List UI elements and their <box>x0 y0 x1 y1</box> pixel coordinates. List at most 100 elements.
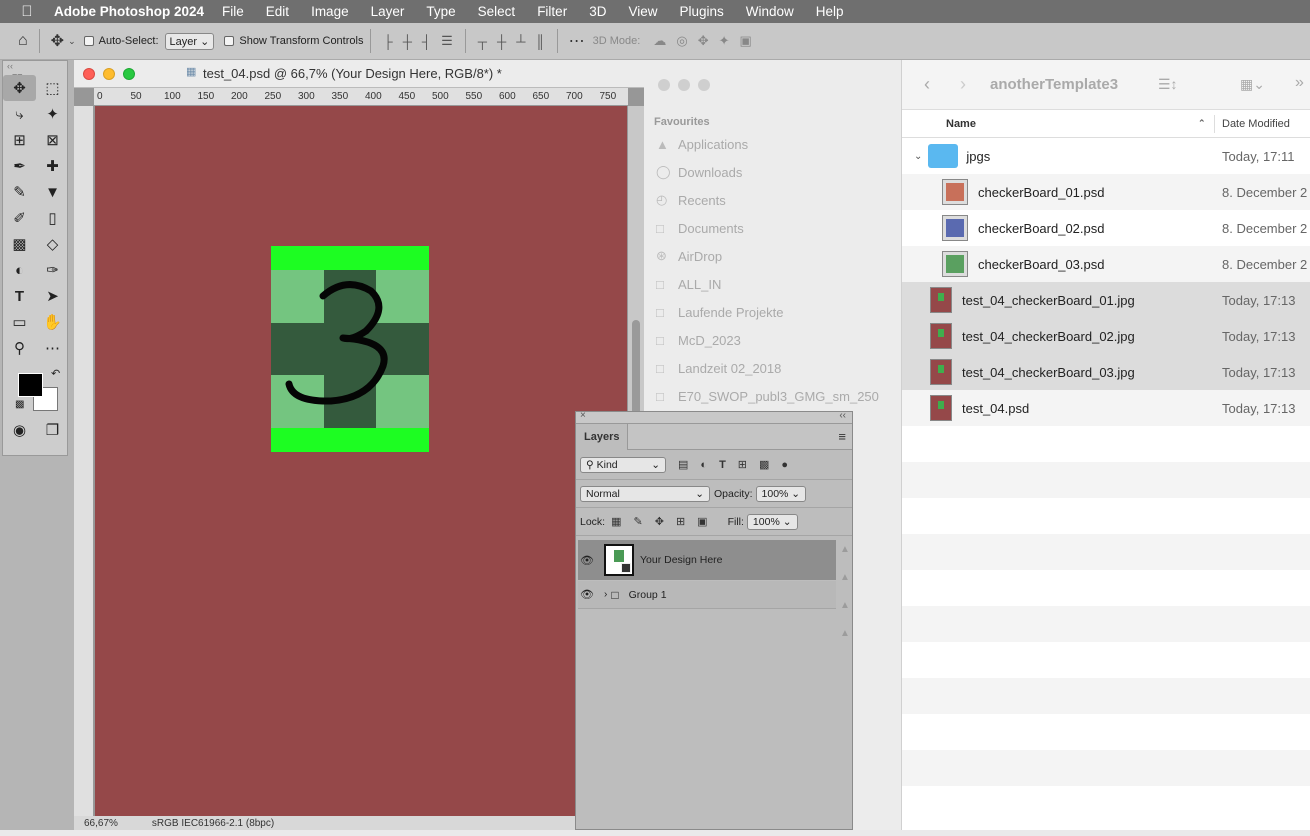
filter-toggle-icon[interactable]: ● <box>781 459 788 471</box>
visibility-eye-icon[interactable]: 👁 <box>578 554 596 567</box>
zoom-window-icon[interactable] <box>123 68 135 80</box>
back-icon[interactable]: ‹ <box>924 74 930 95</box>
list-view-icon[interactable]: ☰↕ <box>1158 76 1178 93</box>
stamp-tool-icon[interactable]: ▼ <box>36 179 69 205</box>
lock-pixels-icon[interactable]: ✎ <box>634 515 643 528</box>
type-filter-icon[interactable]: T <box>719 459 726 471</box>
sidebar-item-downloads[interactable]: ◯ Downloads <box>656 162 742 182</box>
path-select-icon[interactable]: ➤ <box>36 283 69 309</box>
menu-image[interactable]: Image <box>311 4 349 19</box>
transform-controls-checkbox[interactable] <box>224 36 235 46</box>
distribute-vertical-icon[interactable]: ║ <box>535 34 544 49</box>
menu-help[interactable]: Help <box>816 4 844 19</box>
menu-filter[interactable]: Filter <box>537 4 567 19</box>
rectangle-tool-icon[interactable]: ▭ <box>3 309 36 335</box>
menu-edit[interactable]: Edit <box>266 4 289 19</box>
name-column-header[interactable]: Name <box>946 118 976 130</box>
zoom-level[interactable]: 66,67% <box>84 818 118 829</box>
crop-tool-icon[interactable]: ⊞ <box>3 127 36 153</box>
expand-group-icon[interactable]: › <box>604 589 607 600</box>
zoom-window-icon[interactable] <box>698 79 710 91</box>
healing-brush-icon[interactable]: ✚ <box>36 153 69 179</box>
default-colors-icon[interactable]: ▩ <box>15 399 24 410</box>
sidebar-item-airdrop[interactable]: ⊛ AirDrop <box>656 246 722 266</box>
align-bottom-icon[interactable]: ┴ <box>516 34 525 49</box>
pen-tool-icon[interactable]: ✑ <box>36 257 69 283</box>
grid-view-icon[interactable]: ▦⌄ <box>1240 76 1265 93</box>
move-tool-icon[interactable]: ✥ <box>51 31 64 51</box>
align-middle-icon[interactable]: ┼ <box>497 34 506 49</box>
canvas[interactable]: 3 <box>95 106 627 816</box>
lasso-tool-icon[interactable]: ⤷ <box>3 101 36 127</box>
pixel-filter-icon[interactable]: ▤ <box>678 458 688 471</box>
shape-filter-icon[interactable]: ⊞ <box>738 458 747 471</box>
minimize-window-icon[interactable] <box>678 79 690 91</box>
screen-mode-icon[interactable]: ❐ <box>36 417 69 443</box>
move-tool-icon[interactable]: ✥ <box>3 75 36 101</box>
disclosure-chevron-icon[interactable]: ⌄ <box>914 151 922 162</box>
distribute-icon[interactable]: ☰ <box>441 33 453 49</box>
more-tools-icon[interactable]: ⋯ <box>36 335 69 361</box>
minimize-window-icon[interactable] <box>103 68 115 80</box>
filter-kind-dropdown[interactable]: ⚲ Kind ⌄ <box>580 456 666 473</box>
layer-row[interactable]: 👁 › □ Group 1 <box>578 581 836 609</box>
history-brush-icon[interactable]: ✐ <box>3 205 36 231</box>
sidebar-item-laufende-projekte[interactable]: □ Laufende Projekte <box>656 302 784 322</box>
tab-layers[interactable]: Layers <box>576 423 629 450</box>
layer-name[interactable]: Group 1 <box>629 589 667 601</box>
sidebar-item-documents[interactable]: □ Documents <box>656 218 744 238</box>
layer-row[interactable]: 👁 Your Design Here <box>578 540 836 580</box>
file-row[interactable]: checkerBoard_03.psd 8. December 2 <box>902 246 1310 282</box>
menu-layer[interactable]: Layer <box>371 4 405 19</box>
zoom-tool-icon[interactable]: ⚲ <box>3 335 36 361</box>
marquee-tool-icon[interactable]: ⬚ <box>36 75 69 101</box>
more-options-icon[interactable]: ⋯ <box>569 31 585 51</box>
sidebar-item-applications[interactable]: ▲ Applications <box>656 134 748 154</box>
sidebar-item-e70-swop[interactable]: □ E70_SWOP_publ3_GMG_sm_250 <box>656 386 900 406</box>
apple-icon[interactable]:  <box>0 3 54 20</box>
blur-tool-icon[interactable]: ◇ <box>36 231 69 257</box>
foreground-color-swatch[interactable] <box>18 373 43 397</box>
hand-tool-icon[interactable]: ✋ <box>36 309 69 335</box>
more-toolbar-icon[interactable]: » <box>1295 74 1304 92</box>
align-top-icon[interactable]: ┬ <box>478 34 487 49</box>
blend-mode-dropdown[interactable]: Normal ⌄ <box>580 485 710 502</box>
adjustment-filter-icon[interactable]: ◐ <box>700 459 707 471</box>
align-right-icon[interactable]: ┤ <box>422 34 431 49</box>
gradient-tool-icon[interactable]: ▩ <box>3 231 36 257</box>
menu-window[interactable]: Window <box>746 4 794 19</box>
sidebar-item-recents[interactable]: ◴ Recents <box>656 190 726 210</box>
align-center-icon[interactable]: ┼ <box>403 34 412 49</box>
magic-wand-icon[interactable]: ✦ <box>36 101 69 127</box>
type-tool-icon[interactable]: T <box>3 283 36 309</box>
app-menu[interactable]: Adobe Photoshop 2024 <box>54 4 204 19</box>
home-icon[interactable]: ⌂ <box>18 32 28 50</box>
sidebar-item-mcd-2023[interactable]: □ McD_2023 <box>656 330 741 350</box>
close-panel-icon[interactable]: × <box>580 410 586 421</box>
folder-row[interactable]: ⌄ jpgs Today, 17:11 <box>902 138 1310 174</box>
3d-roll-icon[interactable]: ◎ <box>676 33 687 49</box>
lock-all-icon[interactable]: ▣ <box>697 515 707 528</box>
menu-type[interactable]: Type <box>426 4 455 19</box>
menu-file[interactable]: File <box>222 4 244 19</box>
auto-select-dropdown[interactable]: Layer ⌄ <box>164 32 215 50</box>
color-profile[interactable]: sRGB IEC61966-2.1 (8bpc) <box>152 818 274 829</box>
forward-icon[interactable]: › <box>960 74 966 95</box>
file-row[interactable]: checkerBoard_02.psd 8. December 2 <box>902 210 1310 246</box>
smart-object-filter-icon[interactable]: ▩ <box>759 458 769 471</box>
dodge-tool-icon[interactable]: ◐ <box>3 257 36 283</box>
panel-menu-icon[interactable]: ≡ <box>838 429 846 444</box>
swap-colors-icon[interactable]: ↶ <box>51 367 60 380</box>
toolbox-grip[interactable]: ‹‹ ≡≡ <box>3 61 67 81</box>
lock-transparent-icon[interactable]: ▦ <box>611 515 621 528</box>
quick-mask-icon[interactable]: ◉ <box>3 417 36 443</box>
layer-name[interactable]: Your Design Here <box>640 554 723 566</box>
sort-ascending-icon[interactable]: ⌃ <box>1198 118 1206 129</box>
opacity-field[interactable]: 100% ⌄ <box>755 485 807 502</box>
brush-tool-icon[interactable]: ✎ <box>3 179 36 205</box>
lock-artboard-icon[interactable]: ⊞ <box>676 515 685 528</box>
visibility-eye-icon[interactable]: 👁 <box>578 588 596 601</box>
3d-pan-icon[interactable]: ✥ <box>698 33 709 49</box>
collapse-panel-icon[interactable]: ‹‹ <box>839 410 846 421</box>
design-artwork[interactable]: 3 <box>271 246 429 452</box>
